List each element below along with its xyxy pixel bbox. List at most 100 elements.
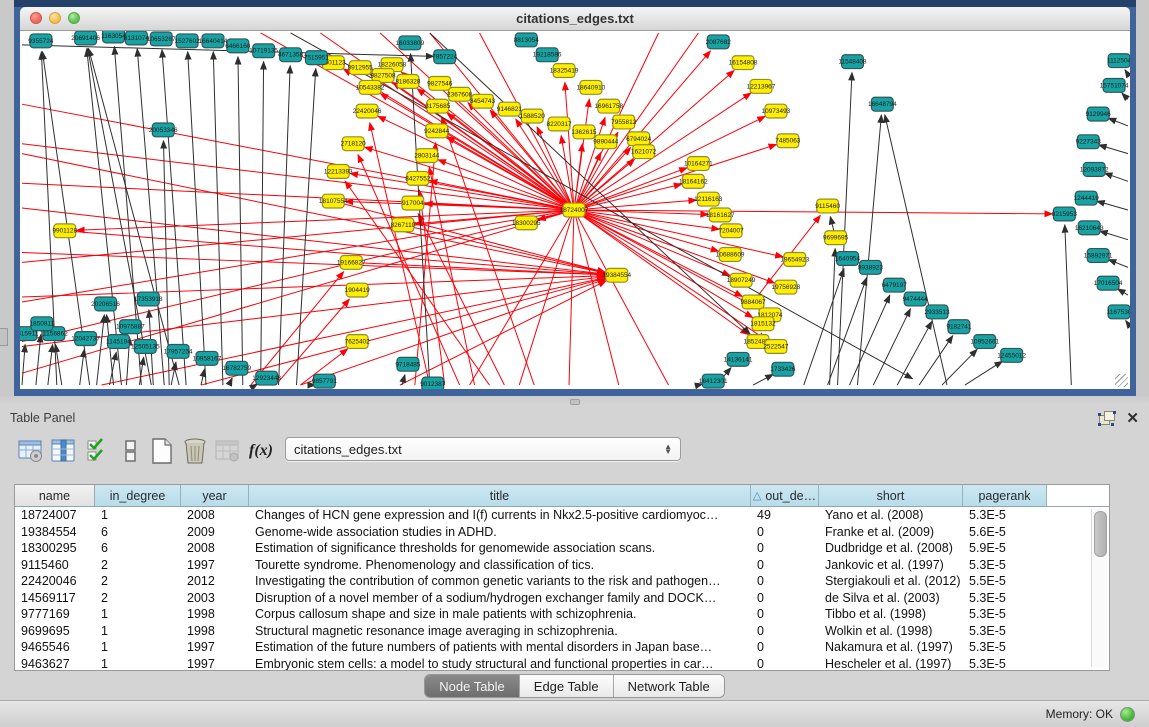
- graph-node[interactable]: 8813054: [514, 33, 540, 47]
- graph-node[interactable]: 18325419: [550, 64, 579, 78]
- tab-network-table[interactable]: Network Table: [614, 675, 724, 697]
- graph-node[interactable]: 3175685: [425, 99, 451, 113]
- graph-edge[interactable]: [279, 66, 291, 385]
- graph-node[interactable]: 12213967: [747, 79, 776, 93]
- graph-node[interactable]: 9146821: [497, 102, 523, 116]
- window-titlebar[interactable]: citations_edges.txt: [20, 7, 1130, 31]
- graph-edge[interactable]: [1126, 321, 1128, 324]
- graph-node[interactable]: 7515951: [304, 51, 330, 65]
- graph-node[interactable]: 14136141: [724, 352, 753, 366]
- graph-node[interactable]: 15892971: [1084, 249, 1113, 263]
- graph-edge[interactable]: [1100, 231, 1128, 240]
- graph-node[interactable]: 12505135: [131, 340, 160, 354]
- graph-node[interactable]: 7485063: [775, 134, 801, 148]
- graph-node[interactable]: 7204007: [719, 224, 745, 238]
- graph-node[interactable]: 8427552: [405, 171, 431, 185]
- graph-node[interactable]: 18161627: [706, 208, 735, 222]
- graph-node[interactable]: 6466160: [225, 39, 251, 53]
- graph-node[interactable]: 10653267: [147, 32, 176, 46]
- graph-node[interactable]: 12213393: [324, 165, 353, 179]
- zoom-window-icon[interactable]: [68, 12, 80, 24]
- divider-grip-icon[interactable]: [570, 399, 580, 405]
- graph-node[interactable]: 8215953: [1052, 207, 1078, 221]
- float-panel-icon[interactable]: [1098, 411, 1116, 426]
- table-row[interactable]: 1830029562008Estimation of significance …: [15, 540, 1109, 557]
- graph-node[interactable]: 6794024: [626, 132, 652, 146]
- graph-node[interactable]: 9012387: [420, 377, 446, 389]
- network-window[interactable]: citations_edges.txt 86011238912955182260…: [14, 0, 1136, 396]
- graph-edge[interactable]: [1108, 118, 1128, 126]
- graph-edge-selected[interactable]: [65, 231, 605, 275]
- window-resize-grip[interactable]: [1115, 374, 1128, 387]
- graph-edge[interactable]: [297, 69, 316, 385]
- graph-node[interactable]: 8454743: [470, 94, 496, 108]
- table-row[interactable]: 969969511998Structural magnetic resonanc…: [15, 623, 1109, 640]
- graph-edge[interactable]: [885, 115, 947, 385]
- graph-node[interactable]: 1621072: [631, 145, 657, 159]
- graph-node[interactable]: 12455012: [997, 348, 1026, 362]
- graph-node[interactable]: 19384554: [602, 268, 631, 282]
- panel-divider[interactable]: [0, 396, 1149, 406]
- graph-edge[interactable]: [36, 335, 41, 385]
- graph-node[interactable]: 18640910: [577, 80, 606, 94]
- graph-edge-selected[interactable]: [22, 144, 574, 210]
- graph-node[interactable]: 1145194: [106, 335, 131, 349]
- table-row[interactable]: 977716911998Corpus callosum shape and si…: [15, 606, 1109, 623]
- graph-edge[interactable]: [1125, 70, 1128, 75]
- table-columns-icon[interactable]: [49, 435, 79, 467]
- graph-edge-selected[interactable]: [22, 104, 574, 210]
- graph-node[interactable]: 17353918: [134, 292, 163, 306]
- graph-edge-selected[interactable]: [429, 167, 474, 385]
- graph-edge[interactable]: [830, 249, 836, 385]
- graph-node[interactable]: 10688609: [716, 248, 745, 262]
- graph-node[interactable]: 19654923: [780, 253, 809, 267]
- graph-node[interactable]: 9182741: [946, 320, 972, 334]
- close-window-icon[interactable]: [30, 12, 42, 24]
- graph-node[interactable]: 16782759: [222, 361, 251, 375]
- graph-node[interactable]: 2803144: [414, 149, 440, 163]
- graph-node[interactable]: 9474444: [903, 292, 929, 306]
- graph-node[interactable]: 8267110: [391, 218, 416, 232]
- graph-edge-selected[interactable]: [22, 276, 605, 297]
- graph-node[interactable]: 9884067: [740, 295, 766, 309]
- graph-node[interactable]: 8220317: [547, 117, 573, 131]
- graph-node[interactable]: 1588520: [520, 109, 546, 123]
- graph-node[interactable]: 1904419: [345, 283, 371, 297]
- close-panel-icon[interactable]: ✕: [1126, 411, 1139, 426]
- graph-node[interactable]: 16412301: [699, 374, 728, 388]
- graph-node[interactable]: 18300295: [512, 216, 541, 230]
- table-scrollbar-thumb[interactable]: [1094, 511, 1107, 557]
- column-header-pagerank[interactable]: pagerank: [963, 485, 1047, 506]
- graph-edge[interactable]: [965, 361, 1003, 385]
- table-row[interactable]: 1938455462009Genome-wide association stu…: [15, 524, 1109, 541]
- graph-node[interactable]: 1850811: [30, 317, 55, 331]
- graph-edge[interactable]: [1105, 173, 1129, 181]
- minimize-window-icon[interactable]: [49, 12, 61, 24]
- function-icon[interactable]: f(x): [246, 435, 276, 467]
- graph-edge[interactable]: [97, 315, 105, 385]
- graph-node[interactable]: 7857224: [432, 50, 458, 64]
- graph-edge[interactable]: [188, 52, 206, 385]
- graph-edge[interactable]: [107, 315, 114, 385]
- graph-edge[interactable]: [919, 336, 953, 385]
- graph-node[interactable]: 10958167: [193, 351, 222, 365]
- new-file-icon[interactable]: [147, 435, 177, 467]
- graph-node[interactable]: 8912955: [348, 61, 374, 75]
- graph-edge[interactable]: [261, 62, 264, 385]
- graph-edge[interactable]: [22, 344, 25, 385]
- graph-node[interactable]: 16154808: [729, 56, 758, 70]
- graph-node[interactable]: 18724007: [560, 203, 589, 217]
- graph-edge-selected[interactable]: [380, 94, 574, 210]
- column-header-short[interactable]: short: [819, 485, 963, 506]
- graph-edge-selected[interactable]: [574, 210, 783, 257]
- column-header-title[interactable]: title: [249, 485, 751, 506]
- graph-node[interactable]: 16033809: [396, 36, 425, 50]
- graph-node[interactable]: 12923448: [252, 371, 281, 385]
- graph-edge[interactable]: [1097, 201, 1128, 210]
- table-row[interactable]: 911546021997Tourette syndrome. Phenomeno…: [15, 557, 1109, 574]
- graph-node[interactable]: 10719135: [249, 44, 278, 58]
- graph-node[interactable]: 1362615: [571, 125, 597, 139]
- column-header-in_degree[interactable]: in_degree: [95, 485, 181, 506]
- graph-edge[interactable]: [80, 349, 85, 385]
- graph-node[interactable]: 10164271: [684, 157, 713, 171]
